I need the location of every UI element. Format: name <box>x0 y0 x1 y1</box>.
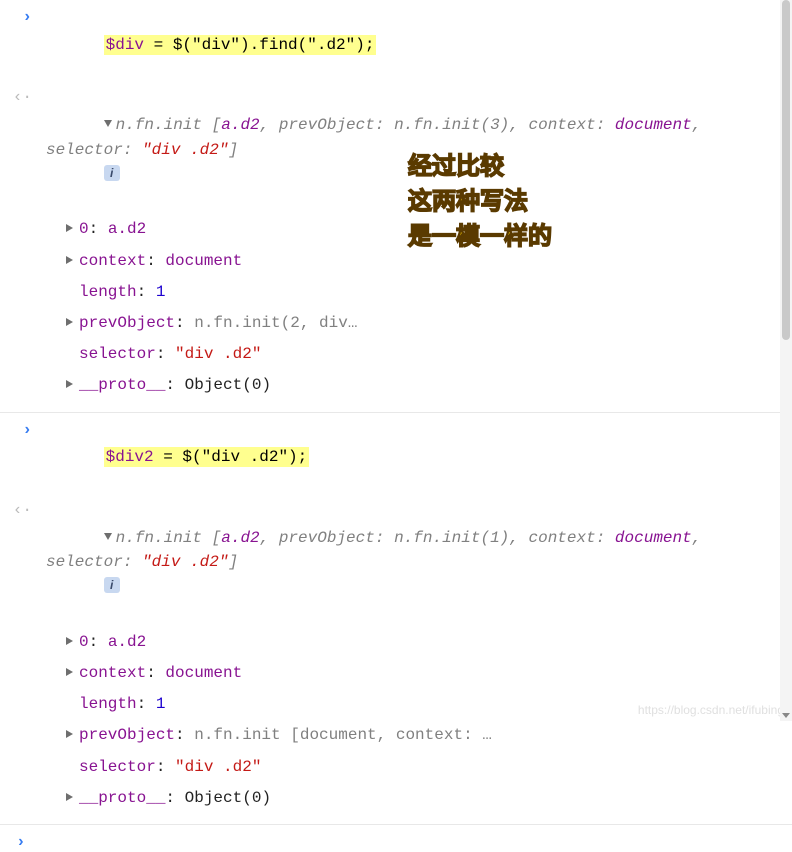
expand-icon[interactable] <box>66 730 73 738</box>
prop-val: 2, div… <box>290 314 357 332</box>
prop-val: Object(0) <box>185 376 271 394</box>
expand-icon[interactable] <box>66 318 73 326</box>
input-row-1[interactable]: › $div = $("div").find(".d2"); <box>0 6 792 86</box>
prop-proto[interactable]: __proto__: Object(0) <box>66 783 792 814</box>
expand-toggle-icon[interactable] <box>104 533 112 540</box>
text: n.fn.init(3) <box>394 116 509 134</box>
prop-key: prevObject <box>79 314 175 332</box>
output-row-1[interactable]: ‹· n.fn.init [a.d2, prevObject: n.fn.ini… <box>0 86 792 214</box>
chevron-left-icon: ‹· <box>0 88 46 106</box>
text: , context: <box>509 529 615 547</box>
prop-key: prevObject <box>79 726 175 744</box>
prop-val: n.fn.init [document, context: … <box>194 726 492 744</box>
scrollbar-thumb[interactable] <box>782 0 790 340</box>
expand-icon[interactable] <box>66 668 73 676</box>
scroll-down-icon[interactable] <box>780 709 792 721</box>
text: "div .d2" <box>142 141 228 159</box>
prop-key: selector <box>79 758 156 776</box>
props-2: 0: a.d2 context: document length: 1 prev… <box>66 627 792 814</box>
text: , context: <box>509 116 615 134</box>
text: ] <box>228 141 238 159</box>
prop-key: context <box>79 252 146 270</box>
input-code-1[interactable]: $div = $("div").find(".d2"); <box>46 8 792 82</box>
text: , prevObject: <box>260 529 394 547</box>
scrollbar[interactable] <box>780 0 792 721</box>
text: n.fn.init(1) <box>394 529 509 547</box>
output-row-2[interactable]: ‹· n.fn.init [a.d2, prevObject: n.fn.ini… <box>0 499 792 627</box>
code-token: = $("div").find(".d2"); <box>144 36 374 54</box>
text: ] <box>228 553 238 571</box>
prop-selector: selector: "div .d2" <box>66 752 792 783</box>
expand-toggle-icon[interactable] <box>104 120 112 127</box>
input-code-2[interactable]: $div2 = $("div .d2"); <box>46 421 792 495</box>
prop-index[interactable]: 0: a.d2 <box>66 627 792 658</box>
prop-val: document <box>165 252 242 270</box>
text: a.d2 <box>221 529 259 547</box>
prop-key: 0 <box>79 220 89 238</box>
prop-val: a.d2 <box>108 633 146 651</box>
chevron-left-icon: ‹· <box>0 501 46 519</box>
console-block-2: › $div2 = $("div .d2"); ‹· n.fn.init [a.… <box>0 413 792 826</box>
prop-key: __proto__ <box>79 376 165 394</box>
prop-prevobject[interactable]: prevObject: n.fn.init(2, div… <box>66 308 792 339</box>
prop-length: length: 1 <box>66 277 792 308</box>
text: n.fn.init [ <box>116 529 222 547</box>
prop-val: Object(0) <box>185 789 271 807</box>
expand-icon[interactable] <box>66 224 73 232</box>
info-icon[interactable]: i <box>104 165 120 181</box>
expand-icon[interactable] <box>66 256 73 264</box>
watermark: https://blog.csdn.net/ifubing <box>638 703 784 717</box>
info-icon[interactable]: i <box>104 577 120 593</box>
prop-val: "div .d2" <box>175 758 261 776</box>
prop-val: a.d2 <box>108 220 146 238</box>
prop-prevobject[interactable]: prevObject: n.fn.init [document, context… <box>66 720 792 751</box>
text: document <box>615 116 692 134</box>
prop-context[interactable]: context: document <box>66 658 792 689</box>
prop-key: __proto__ <box>79 789 165 807</box>
prop-key: selector <box>79 345 156 363</box>
text: , prevObject: <box>260 116 394 134</box>
prop-val: 1 <box>156 283 166 301</box>
code-token: $div <box>106 36 144 54</box>
console-block-1: › $div = $("div").find(".d2"); ‹· n.fn.i… <box>0 0 792 413</box>
expand-icon[interactable] <box>66 380 73 388</box>
prop-val: "div .d2" <box>175 345 261 363</box>
code-token: = $("div .d2"); <box>154 448 308 466</box>
output-summary-2[interactable]: n.fn.init [a.d2, prevObject: n.fn.init(1… <box>46 501 792 625</box>
prop-val: document <box>165 664 242 682</box>
text: "div .d2" <box>142 553 228 571</box>
prop-val: 1 <box>156 695 166 713</box>
text: n.fn.init [ <box>116 116 222 134</box>
prop-key: 0 <box>79 633 89 651</box>
prop-key: context <box>79 664 146 682</box>
prop-context[interactable]: context: document <box>66 246 792 277</box>
expand-icon[interactable] <box>66 637 73 645</box>
prop-proto[interactable]: __proto__: Object(0) <box>66 370 792 401</box>
expand-icon[interactable] <box>66 793 73 801</box>
prop-key: length <box>79 283 137 301</box>
prop-selector: selector: "div .d2" <box>66 339 792 370</box>
input-row-2[interactable]: › $div2 = $("div .d2"); <box>0 419 792 499</box>
code-token: $div2 <box>106 448 154 466</box>
props-1: 0: a.d2 context: document length: 1 prev… <box>66 214 792 401</box>
prop-index[interactable]: 0: a.d2 <box>66 214 792 245</box>
text: document <box>615 529 692 547</box>
text: a.d2 <box>221 116 259 134</box>
prop-val: n.fn.init( <box>194 314 290 332</box>
output-summary-1[interactable]: n.fn.init [a.d2, prevObject: n.fn.init(3… <box>46 88 792 212</box>
console-prompt[interactable]: › <box>0 825 792 851</box>
prop-key: length <box>79 695 137 713</box>
chevron-right-icon: › <box>0 8 46 26</box>
chevron-right-icon: › <box>0 421 46 439</box>
